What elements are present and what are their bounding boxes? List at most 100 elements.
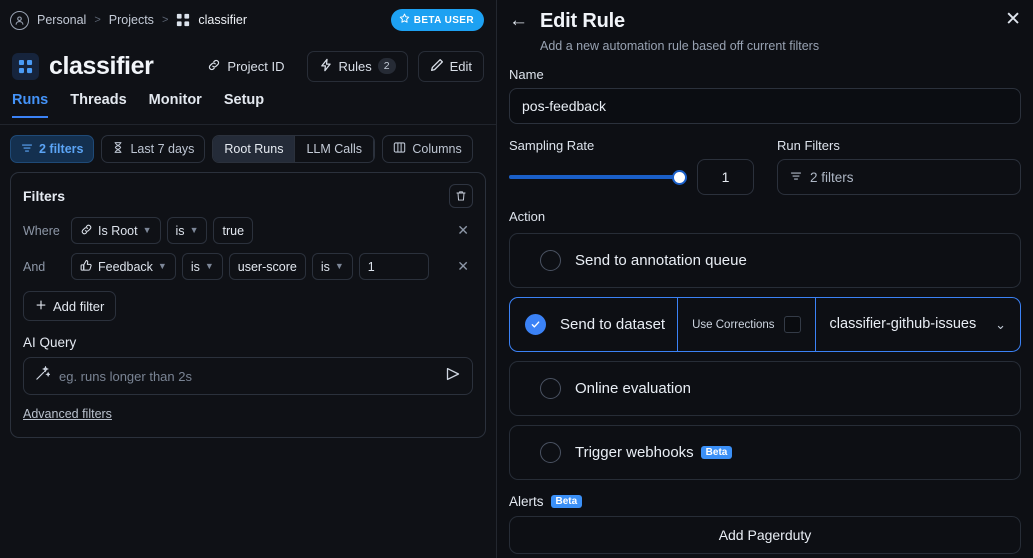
filter-row: Where Is Root ▼ is ▼ true ✕ [23,217,473,244]
sampling-rate-slider[interactable] [509,167,687,187]
link-icon [207,58,221,75]
panel-title: Edit Rule [540,10,625,32]
alerts-beta-badge: Beta [550,495,583,508]
filter-operator-select[interactable]: is ▼ [166,217,208,244]
action-label-text: Send to dataset [560,316,666,333]
filters-toggle-button[interactable]: 2 filters [10,135,95,163]
action-label-text: Send to annotation queue [575,252,747,269]
use-corrections-checkbox[interactable] [783,316,801,333]
beta-user-badge[interactable]: BETA USER [390,9,484,31]
alerts-header: Alerts Beta [509,494,1021,509]
tab-threads[interactable]: Threads [70,92,126,117]
beta-badge: Beta [700,446,733,459]
action-main: Send to dataset [510,298,665,351]
filter-operator-select[interactable]: is ▼ [181,253,223,280]
action-label: Action [509,209,546,224]
tab-setup[interactable]: Setup [224,92,264,117]
radio-icon[interactable] [540,250,561,271]
slider-fill [509,175,680,179]
app-root: Personal > Projects > classifier BETA US… [0,0,1033,558]
grid-icon [176,13,190,27]
pencil-icon [430,58,444,75]
tab-runs[interactable]: Runs [12,92,49,118]
filters-card-title: Filters [23,188,66,204]
date-range-button[interactable]: Last 7 days [101,135,206,163]
chevron-down-icon: ▼ [142,225,152,235]
action-option-trigger-webhooks[interactable]: Trigger webhooks Beta [509,425,1021,480]
edit-button[interactable]: Edit [417,50,484,82]
columns-button[interactable]: Columns [382,135,473,163]
radio-icon[interactable] [540,378,561,399]
sampling-rate-group: Sampling Rate 1 [509,124,759,195]
segment-all-runs[interactable]: All R [374,136,375,162]
project-id-label: Project ID [227,58,285,74]
breadcrumb-separator-2: > [161,14,169,26]
ai-query-label: AI Query [23,335,77,350]
filter-value-key[interactable]: user-score [228,253,306,280]
filter-value-input[interactable]: true [213,217,254,244]
close-icon[interactable]: ✕ [1005,10,1021,29]
segment-root-runs[interactable]: Root Runs [213,136,296,162]
filters-card: Filters Where Is Root ▼ is ▼ true ✕ And … [10,172,486,438]
action-option-send-to-dataset[interactable]: Send to dataset Use Corrections classifi… [509,297,1021,352]
tab-monitor[interactable]: Monitor [149,92,202,117]
panel-subtitle: Add a new automation rule based off curr… [540,39,820,53]
back-arrow-icon[interactable]: ← [509,11,528,30]
remove-filter-button[interactable]: ✕ [453,258,473,275]
run-filters-group: Run Filters 2 filters [777,124,1021,195]
ai-query-placeholder: eg. runs longer than 2s [59,368,192,384]
action-option-annotation-queue[interactable]: Send to annotation queue [509,233,1021,288]
sampling-rate-value[interactable]: 1 [697,159,754,195]
alerts-label: Alerts [509,494,544,509]
filter-second-value-input[interactable]: 1 [358,253,429,280]
breadcrumb-projects[interactable]: Projects [109,13,154,27]
chevron-down-icon: ⌄ [995,316,1006,332]
chevron-down-icon: ▼ [204,261,214,271]
chevron-down-icon: ▼ [334,261,344,271]
dataset-select[interactable]: classifier-github-issues ⌄ [814,298,1020,351]
filter-conjunction: And [23,259,46,274]
add-filter-button[interactable]: Add filter [23,291,117,321]
breadcrumb-project[interactable]: classifier [198,13,247,27]
filter-toolbar: 2 filters Last 7 days Root Runs LLM Call… [0,125,496,163]
action-label-text: Online evaluation [575,380,691,397]
filter-second-operator-select[interactable]: is ▼ [311,253,353,280]
rules-button[interactable]: Rules 2 [306,50,408,82]
add-pagerduty-button[interactable]: Add Pagerduty [509,516,1021,554]
slider-knob[interactable] [672,169,687,185]
breadcrumb-org[interactable]: Personal [37,13,86,27]
filter-field-select[interactable]: Is Root ▼ [71,217,161,244]
user-avatar-icon[interactable] [10,10,29,30]
sampling-and-filters-row: Sampling Rate 1 Run Filters 2 filters [509,124,1021,195]
send-icon[interactable] [445,366,461,387]
rules-label: Rules [338,58,372,74]
action-option-online-evaluation[interactable]: Online evaluation [509,361,1021,416]
chevron-down-icon: ▼ [157,261,167,271]
ai-query-field[interactable]: eg. runs longer than 2s [23,357,473,395]
project-title-row: classifier Project ID Rules 2 Edit [0,40,496,92]
dataset-select-value: classifier-github-issues [829,315,977,332]
link-icon [80,223,93,239]
beta-user-label: BETA USER [413,14,474,26]
run-type-segmented-control: Root Runs LLM Calls All R [212,135,376,163]
remove-filter-button[interactable]: ✕ [453,222,473,239]
action-main: Trigger webhooks Beta [525,426,733,479]
breadcrumb-separator-1: > [94,14,101,26]
filter-field-select[interactable]: Feedback ▼ [71,253,176,280]
segment-llm-calls[interactable]: LLM Calls [295,136,375,162]
radio-checked-icon[interactable] [525,314,546,335]
use-corrections-label: Use Corrections [692,318,775,331]
left-pane: Personal > Projects > classifier BETA US… [0,0,497,558]
run-filters-button[interactable]: 2 filters [777,159,1021,195]
plus-icon [35,299,47,314]
rule-name-input[interactable] [509,88,1021,124]
lightning-icon [319,58,333,75]
advanced-filters-link[interactable]: Advanced filters [23,407,112,421]
filter-second-operator-label: is [320,259,330,274]
columns-label: Columns [412,142,462,156]
filter-operator-label: is [175,223,185,238]
rules-count-badge: 2 [377,58,396,74]
delete-filters-button[interactable] [449,184,473,208]
radio-icon[interactable] [540,442,561,463]
project-id-button[interactable]: Project ID [195,51,296,82]
